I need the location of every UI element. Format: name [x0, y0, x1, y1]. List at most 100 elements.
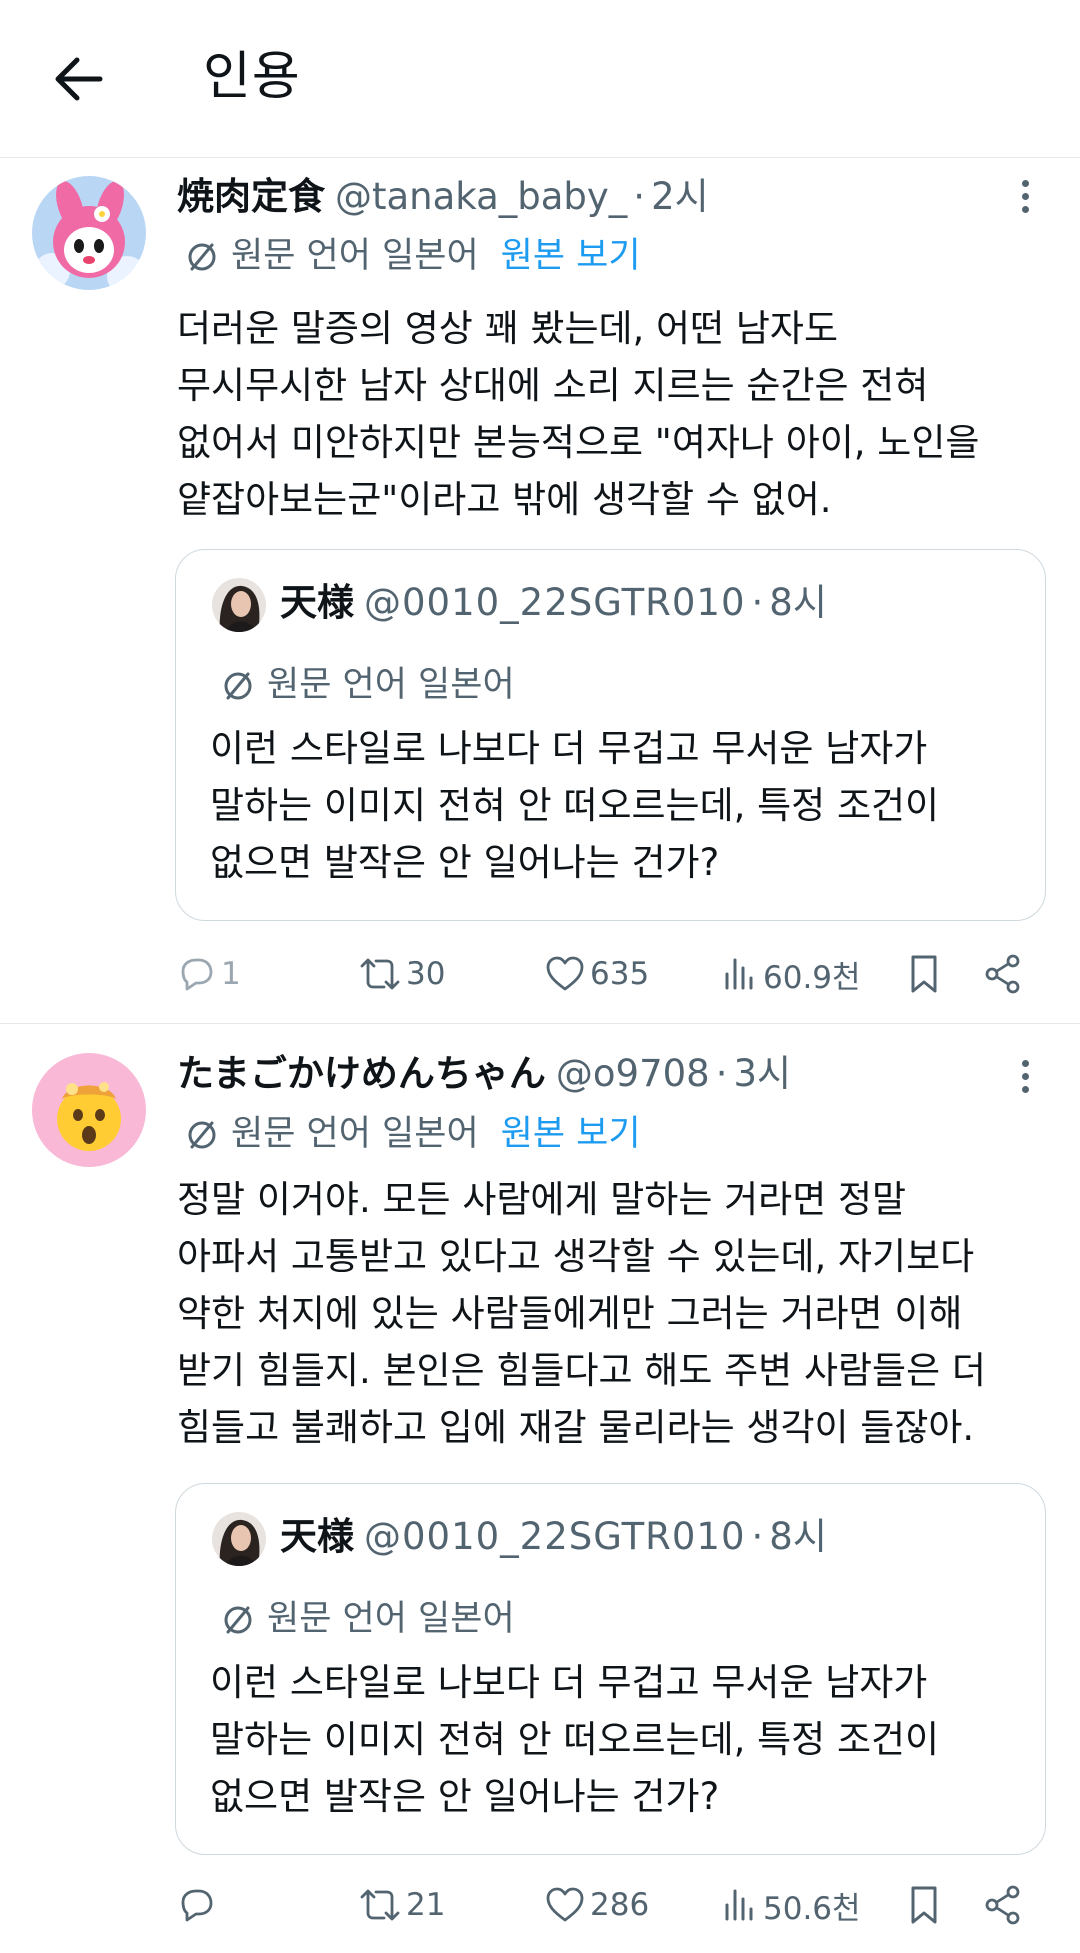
translation-label: 원문 언어 일본어 — [231, 1114, 479, 1154]
view-original-link[interactable]: 원본 보기 — [501, 236, 641, 276]
quote-post[interactable]: たまごかけめんちゃん @o9708 · 3시 원문 언어 일본어 원본 보기 정말 이거… — [0, 1024, 1080, 1953]
post-text-line: 말하는 이미지 전혀 안 떠오르는데, 특정 조건이 — [210, 784, 940, 827]
bookmark-button[interactable] — [905, 1875, 943, 1935]
views-icon — [725, 1889, 753, 1921]
separator-dot: · — [633, 175, 646, 218]
like-count: 635 — [590, 956, 650, 992]
reply-button[interactable]: 1 — [177, 944, 241, 1004]
user-handle: @0010_22SGTR010 — [364, 581, 746, 624]
avatar-image — [32, 1053, 146, 1167]
quoted-post[interactable]: 天様 @0010_22SGTR010 · 8시 원문 언어 일본어 이런 스타일로 나… — [175, 1483, 1046, 1855]
share-icon — [985, 954, 1020, 994]
repost-count: 30 — [406, 956, 446, 992]
post-text-line: 더러운 말증의 영상 꽤 봤는데, 어떤 남자도 — [177, 307, 839, 350]
share-button[interactable] — [983, 944, 1023, 1004]
action-bar: 1 30 635 60.9천 — [0, 944, 1080, 1004]
translate-icon — [188, 243, 216, 271]
action-bar: 21 286 50.6천 — [0, 1875, 1080, 1935]
post-text-line: 이런 스타일로 나보다 더 무겁고 무서운 남자가 — [210, 1661, 928, 1704]
repost-button[interactable]: 21 — [358, 1875, 445, 1935]
bookmark-icon — [911, 1886, 937, 1924]
post-header: たまごかけめんちゃん @o9708 · 3시 — [177, 1046, 791, 1102]
like-button[interactable]: 635 — [544, 944, 649, 1004]
translate-icon — [188, 1121, 216, 1149]
post-text-line: 없으면 발작은 안 일어나는 건가? — [210, 841, 720, 884]
timestamp: 8시 — [769, 1515, 827, 1558]
avatar-image — [32, 176, 146, 290]
reply-button[interactable] — [177, 1875, 221, 1935]
quoted-post-text: 이런 스타일로 나보다 더 무겁고 무서운 남자가 말하는 이미지 전혀 안 떠… — [210, 1654, 1020, 1825]
like-button[interactable]: 286 — [544, 1875, 649, 1935]
translation-label: 원문 언어 일본어 — [267, 665, 515, 705]
post-text-line: 받기 힘들지. 본인은 힘들다고 해도 주변 사람들은 더 — [177, 1349, 986, 1392]
bookmark-icon — [911, 955, 937, 993]
post-text-line: 약한 처지에 있는 사람들에게만 그러는 거라면 이해 — [177, 1292, 963, 1335]
more-vertical-icon — [1010, 1060, 1040, 1093]
post-text: 더러운 말증의 영상 꽤 봤는데, 어떤 남자도 무시무시한 남자 상대에 소리… — [177, 300, 1037, 528]
more-vertical-icon — [1010, 180, 1040, 213]
views-icon — [725, 958, 753, 990]
quoted-avatar-image — [212, 578, 266, 632]
display-name[interactable]: たまごかけめんちゃん — [177, 1052, 546, 1095]
bookmark-button[interactable] — [905, 944, 943, 1004]
avatar[interactable] — [212, 1512, 266, 1566]
views-count: 50.6천 — [763, 1890, 861, 1927]
user-handle: @0010_22SGTR010 — [364, 1515, 746, 1558]
avatar[interactable] — [32, 1053, 146, 1167]
page-title: 인용 — [203, 47, 301, 107]
avatar[interactable] — [32, 176, 146, 290]
post-text-line: 얕잡아보는군"이라고 밖에 생각할 수 없어. — [177, 478, 832, 521]
views-count: 60.9천 — [763, 959, 861, 996]
views-button[interactable]: 60.9천 — [721, 944, 861, 1004]
post-text: 정말 이거야. 모든 사람에게 말하는 거라면 정말 아파서 고통받고 있다고 … — [177, 1171, 1037, 1456]
quoted-post-text: 이런 스타일로 나보다 더 무겁고 무서운 남자가 말하는 이미지 전혀 안 떠… — [210, 720, 1020, 891]
post-text-line: 힘들고 불쾌하고 입에 재갈 물리라는 생각이 들잖아. — [177, 1406, 975, 1449]
repost-icon — [360, 1889, 400, 1921]
user-handle[interactable]: @o9708 — [556, 1052, 710, 1095]
translation-notice: 원문 언어 일본어 — [221, 1594, 515, 1644]
translation-notice: 원문 언어 일본어 — [221, 660, 515, 710]
separator-dot: · — [751, 581, 764, 624]
quoted-avatar-image — [212, 1512, 266, 1566]
timestamp[interactable]: 3시 — [733, 1052, 791, 1095]
views-button[interactable]: 50.6천 — [721, 1875, 861, 1935]
arrow-left-icon — [55, 57, 103, 101]
reply-icon — [181, 1889, 213, 1922]
more-options-button[interactable] — [1010, 1056, 1040, 1100]
quote-post[interactable]: 焼肉定食 @tanaka_baby_ · 2시 원문 언어 일본어 원본 보기 더러운 … — [0, 158, 1080, 1024]
repost-count: 21 — [406, 1887, 446, 1923]
share-button[interactable] — [983, 1875, 1023, 1935]
post-text-line: 이런 스타일로 나보다 더 무겁고 무서운 남자가 — [210, 727, 928, 770]
share-icon — [985, 1885, 1020, 1925]
reply-icon — [181, 958, 213, 991]
back-button[interactable] — [50, 50, 108, 108]
quoted-post-header: 天様 @0010_22SGTR010 · 8시 — [280, 1506, 827, 1568]
translation-label: 원문 언어 일본어 — [267, 1599, 515, 1639]
post-text-line: 말하는 이미지 전혀 안 떠오르는데, 특정 조건이 — [210, 1718, 940, 1761]
translate-icon — [224, 1606, 252, 1634]
repost-icon — [360, 958, 400, 990]
heart-icon — [546, 956, 584, 991]
separator-dot: · — [751, 1515, 764, 1558]
post-text-line: 무시무시한 남자 상대에 소리 지르는 순간은 전혀 — [177, 364, 929, 407]
timestamp[interactable]: 2시 — [651, 175, 709, 218]
view-original-link[interactable]: 원본 보기 — [501, 1114, 641, 1154]
post-text-line: 아파서 고통받고 있다고 생각할 수 있는데, 자기보다 — [177, 1235, 975, 1278]
translation-notice: 원문 언어 일본어 원본 보기 — [185, 1108, 641, 1160]
translate-icon — [224, 672, 252, 700]
quoted-post[interactable]: 天様 @0010_22SGTR010 · 8시 원문 언어 일본어 이런 스타일로 나… — [175, 549, 1046, 921]
display-name: 天様 — [280, 1515, 354, 1558]
timestamp: 8시 — [769, 581, 827, 624]
quoted-post-header: 天様 @0010_22SGTR010 · 8시 — [280, 572, 827, 634]
avatar[interactable] — [212, 578, 266, 632]
display-name: 天様 — [280, 581, 354, 624]
display-name[interactable]: 焼肉定食 — [177, 175, 325, 218]
translation-label: 원문 언어 일본어 — [231, 236, 479, 276]
like-count: 286 — [590, 1887, 650, 1923]
reply-count: 1 — [221, 956, 241, 992]
user-handle[interactable]: @tanaka_baby_ — [335, 175, 627, 218]
translation-notice: 원문 언어 일본어 원본 보기 — [185, 230, 641, 282]
post-text-line: 없어서 미안하지만 본능적으로 "여자나 아이, 노인을 — [177, 421, 980, 464]
repost-button[interactable]: 30 — [358, 944, 445, 1004]
more-options-button[interactable] — [1010, 176, 1040, 220]
